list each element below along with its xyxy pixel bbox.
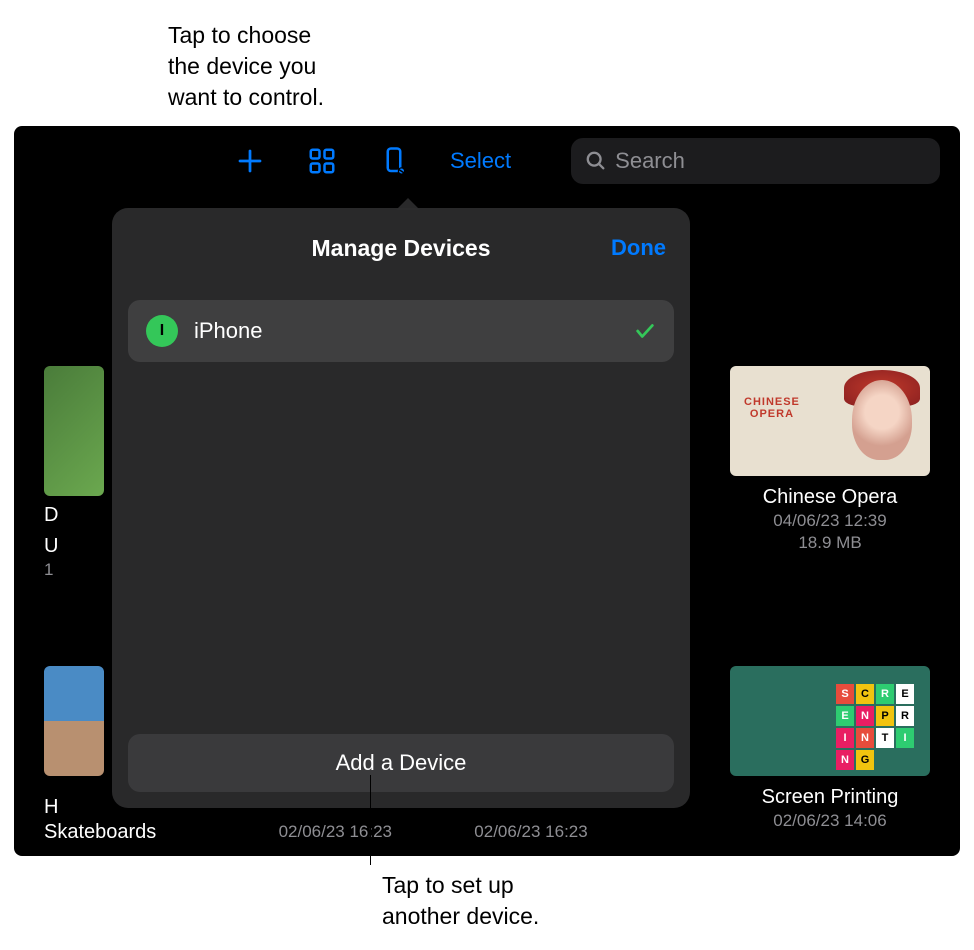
search-bar[interactable]: Search xyxy=(571,138,940,184)
callout-bottom: Tap to set up another device. xyxy=(382,870,539,932)
thumb-text: CHINESE OPERA xyxy=(744,396,800,420)
device-frame: Select Search D U 1 CHINESE OPERA Chines… xyxy=(14,126,960,856)
thumbnail xyxy=(44,666,104,776)
device-row-iphone[interactable]: I iPhone xyxy=(128,300,674,362)
thumbnail: S C R E E N P R I N T I N G xyxy=(730,666,930,776)
manage-devices-popover: Manage Devices Done I iPhone Add a Devic… xyxy=(112,208,690,808)
presentation-item-chinese-opera[interactable]: CHINESE OPERA Chinese Opera 04/06/23 12:… xyxy=(730,366,930,553)
remote-icon[interactable] xyxy=(378,145,410,177)
popover-header: Manage Devices Done xyxy=(128,226,674,270)
device-badge: I xyxy=(146,315,178,347)
item-date: 04/06/23 12:39 xyxy=(730,511,930,531)
item-title: Chinese Opera xyxy=(730,486,930,509)
done-button[interactable]: Done xyxy=(611,235,666,261)
add-icon[interactable] xyxy=(234,145,266,177)
item-size: 18.9 MB xyxy=(730,533,930,553)
checkmark-icon xyxy=(634,320,656,342)
item-date: 02/06/23 16:23 xyxy=(279,822,392,842)
callout-top: Tap to choose the device you want to con… xyxy=(168,20,324,113)
item-title: Skateboards xyxy=(44,821,156,844)
device-name: iPhone xyxy=(194,318,634,344)
toolbar: Select Search xyxy=(14,126,960,196)
add-device-button[interactable]: Add a Device xyxy=(128,734,674,792)
thumbnail xyxy=(44,366,104,496)
popover-arrow xyxy=(396,198,420,210)
select-button[interactable]: Select xyxy=(450,148,511,174)
callout-line-bottom xyxy=(370,775,371,865)
popover-title: Manage Devices xyxy=(312,235,491,262)
item-date: 02/06/23 16:23 xyxy=(474,822,587,842)
search-placeholder: Search xyxy=(615,148,685,174)
thumbnail: CHINESE OPERA xyxy=(730,366,930,476)
grid-icon[interactable] xyxy=(306,145,338,177)
search-icon xyxy=(585,150,607,172)
